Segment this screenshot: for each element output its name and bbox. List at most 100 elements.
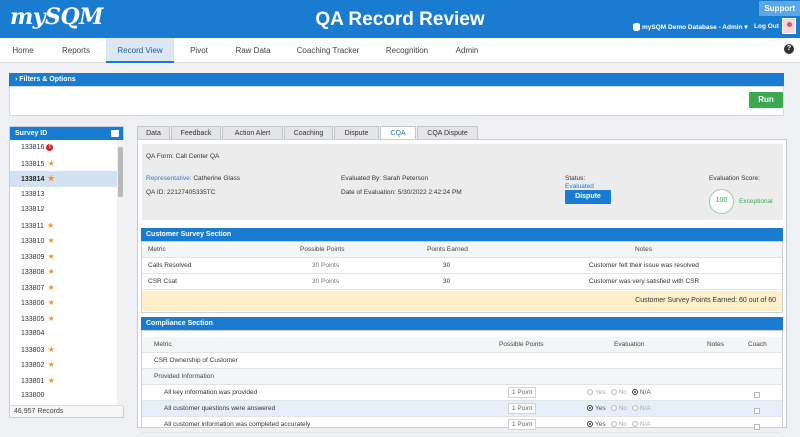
record-count: 46,957 Records (10, 405, 123, 417)
possible-points: 1 Point (508, 419, 537, 430)
print-icon[interactable] (111, 130, 119, 137)
qa-id: QA ID: 22127405335TC (146, 189, 216, 196)
radio-no[interactable] (610, 405, 617, 412)
list-item[interactable]: 133808 ★ (10, 264, 117, 280)
list-item[interactable]: 133800 (10, 388, 117, 404)
nav-reports[interactable]: Reports (46, 38, 106, 63)
survey-id: 133805 (21, 315, 45, 323)
nav-raw-data[interactable]: Raw Data (224, 38, 282, 63)
radio-na[interactable] (631, 389, 638, 396)
nav-recognition[interactable]: Recognition (372, 38, 442, 63)
survey-id: 133807 (21, 284, 45, 292)
list-item[interactable]: 133815 ★ (10, 156, 117, 172)
star-icon: ★ (45, 282, 55, 292)
tab-cqa-dispute[interactable]: CQA Dispute (417, 126, 478, 139)
list-item[interactable]: 133804 (10, 326, 117, 342)
survey-id: 133806 (21, 300, 45, 307)
customer-survey-table: Metric Possible Points Points Earned Not… (141, 241, 783, 313)
database-icon (633, 23, 640, 32)
chevron-down-icon: ▾ (744, 24, 748, 31)
status-label: Status: (565, 175, 586, 182)
evaluated-by-value: Sarah Peterson (382, 175, 429, 182)
list-item[interactable]: 133803 ★ (10, 342, 117, 358)
nav-pivot[interactable]: Pivot (174, 38, 224, 63)
tab-coaching[interactable]: Coaching (284, 126, 333, 139)
list-item[interactable]: 133814 ★ (10, 171, 117, 187)
list-item[interactable]: 133806 ★ (10, 295, 117, 311)
tab-cqa[interactable]: CQA (380, 126, 416, 140)
list-item[interactable]: 133810 ★ (10, 233, 117, 249)
nav-admin[interactable]: Admin (442, 38, 492, 63)
radio-na[interactable] (631, 405, 638, 412)
help-icon[interactable]: ? (784, 44, 794, 54)
list-item[interactable]: 133801 ★ (10, 373, 117, 389)
survey-id: 133814 (21, 176, 45, 183)
compliance-section-header[interactable]: Compliance Section (141, 317, 783, 330)
survey-list: Survey ID 133816! 133815 ★ 133814 ★ 133813 1… (9, 126, 124, 418)
representative: Representative: Catherine Glass (146, 175, 240, 182)
tab-dispute[interactable]: Dispute (334, 126, 379, 139)
scrollbar-thumb[interactable] (118, 147, 123, 197)
date-of-evaluation: Date of Evaluation: 5/30/2022 2:42:24 PM (341, 189, 462, 196)
list-item[interactable]: 133807 ★ (10, 280, 117, 296)
survey-id: 133808 (21, 269, 45, 276)
table-header: Metric Possible Points Evaluation Notes … (142, 337, 782, 353)
score-rating: Exceptional (739, 198, 773, 205)
survey-id: 133802 (21, 362, 45, 369)
avatar[interactable] (782, 18, 796, 34)
coach-checkbox[interactable] (754, 424, 760, 430)
list-item[interactable]: 133816! (10, 140, 117, 156)
list-item[interactable]: 133802 ★ (10, 357, 117, 373)
survey-id: 133810 (21, 238, 45, 245)
survey-id: 133809 (21, 253, 45, 261)
radio-yes[interactable] (587, 389, 593, 396)
radio-no[interactable] (610, 389, 617, 396)
survey-id: 133813 (21, 190, 45, 198)
radio-yes[interactable] (587, 405, 593, 412)
list-item[interactable]: 133811 ★ (10, 218, 117, 234)
radio-label: No (618, 389, 627, 396)
tab-feedback[interactable]: Feedback (171, 126, 221, 139)
radio-label: N/A (639, 405, 651, 412)
evaluation-radio-group: Yes No N/A (587, 417, 656, 433)
star-icon: ★ (45, 360, 55, 369)
star-icon: ★ (45, 267, 55, 276)
coach-checkbox[interactable] (754, 392, 760, 398)
nav-record-view[interactable]: Record View (106, 38, 174, 63)
customer-survey-section-header[interactable]: Customer Survey Section (141, 228, 783, 241)
star-icon: ★ (45, 236, 55, 245)
dispute-button[interactable]: Dispute (565, 190, 611, 204)
radio-no[interactable] (610, 421, 617, 428)
logout-link[interactable]: Log Out (754, 23, 779, 30)
nav-coaching-tracker[interactable]: Coaching Tracker (284, 38, 372, 63)
list-item[interactable]: 133813 (10, 187, 117, 203)
coach-checkbox[interactable] (754, 408, 760, 414)
list-item[interactable]: 133805 ★ (10, 311, 117, 327)
list-item[interactable]: 133812 (10, 202, 117, 218)
compliance-table: Metric Possible Points Evaluation Notes … (141, 330, 783, 433)
nav-home[interactable]: Home (0, 38, 46, 63)
table-row: CSR Csat 30 Points 30 Customer was very … (142, 274, 782, 290)
run-button[interactable]: Run (749, 92, 783, 108)
support-button[interactable]: Support (759, 1, 800, 16)
database-selector[interactable]: mySQM Demo Database - Admin ▾ (633, 23, 748, 32)
tab-action-alert[interactable]: Action Alert (222, 126, 283, 139)
qa-summary (142, 144, 783, 220)
evaluation-radio-group: Yes No N/A (587, 385, 656, 401)
radio-na[interactable] (631, 421, 638, 428)
star-icon: ★ (45, 344, 55, 354)
filters-toggle[interactable]: › Filters & Options (9, 73, 784, 86)
radio-yes[interactable] (587, 421, 593, 428)
star-icon: ★ (45, 313, 55, 323)
date-value: 5/30/2022 2:42:24 PM (397, 189, 462, 196)
tab-data[interactable]: Data (137, 126, 170, 139)
qa-form-value: Call Center QA (175, 153, 220, 160)
table-header: Metric Possible Points Points Earned Not… (142, 242, 782, 258)
list-item[interactable]: 133809 ★ (10, 249, 117, 265)
radio-label: Yes (595, 405, 606, 412)
main-nav: Home Reports Record View Pivot Raw Data … (0, 38, 800, 63)
possible-points: 1 Point (508, 387, 537, 398)
survey-id: 133803 (21, 346, 45, 354)
subgroup-row: Provided Information (142, 369, 782, 385)
evaluation-radio-group: Yes No N/A (587, 401, 656, 417)
